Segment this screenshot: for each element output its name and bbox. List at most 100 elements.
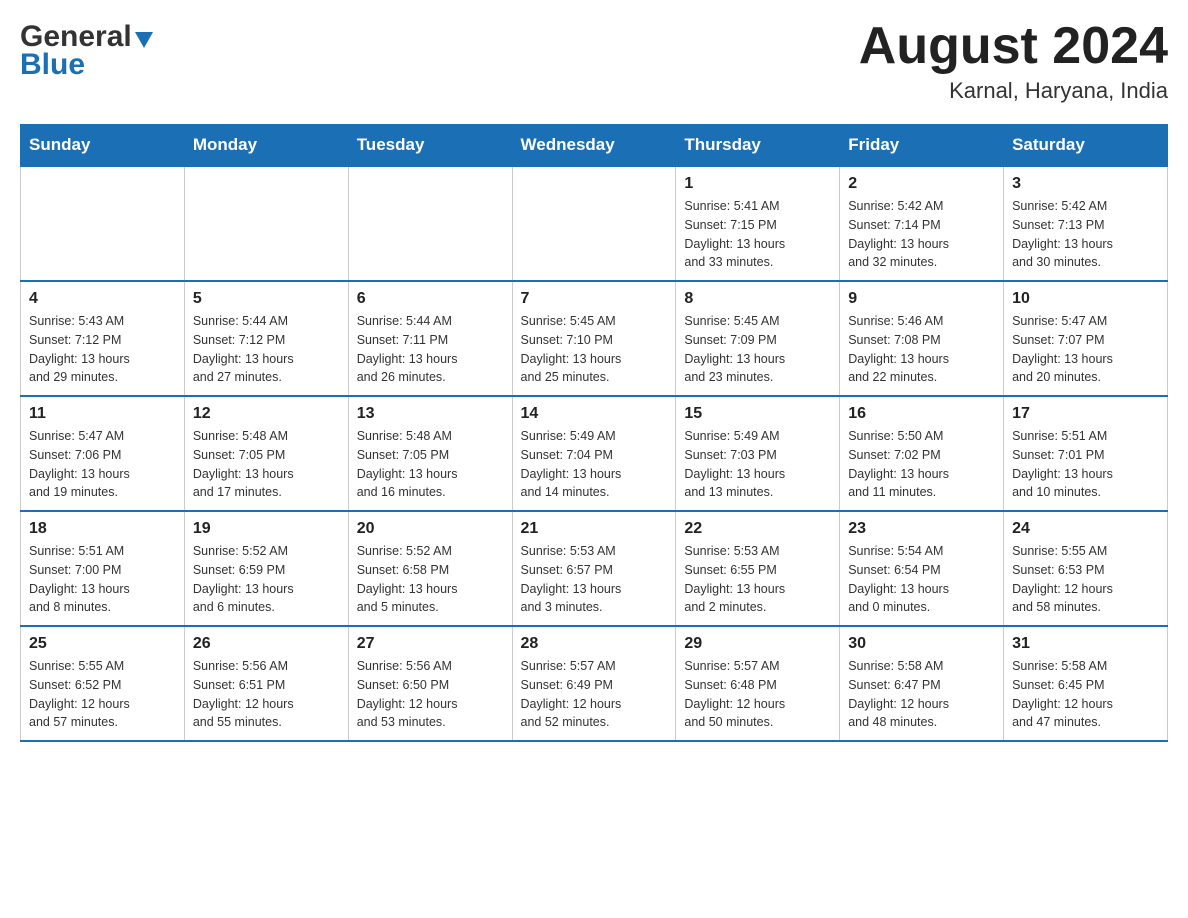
day-number: 16 (848, 405, 995, 423)
calendar-week-row: 18 Sunrise: 5:51 AM Sunset: 7:00 PM Dayli… (21, 511, 1168, 626)
weekday-header: Sunday (21, 125, 185, 167)
day-info: Sunrise: 5:55 AM Sunset: 6:53 PM Dayligh… (1012, 542, 1159, 617)
day-info: Sunrise: 5:48 AM Sunset: 7:05 PM Dayligh… (357, 427, 504, 502)
day-info: Sunrise: 5:56 AM Sunset: 6:50 PM Dayligh… (357, 657, 504, 732)
page-header: General Blue August 2024 Karnal, Haryana… (20, 20, 1168, 104)
calendar-cell: 16 Sunrise: 5:50 AM Sunset: 7:02 PM Dayli… (840, 396, 1004, 511)
calendar-cell: 7 Sunrise: 5:45 AM Sunset: 7:10 PM Daylig… (512, 281, 676, 396)
weekday-header: Saturday (1004, 125, 1168, 167)
day-info: Sunrise: 5:49 AM Sunset: 7:04 PM Dayligh… (521, 427, 668, 502)
weekday-header: Friday (840, 125, 1004, 167)
day-number: 26 (193, 635, 340, 653)
day-number: 8 (684, 290, 831, 308)
calendar-cell: 29Sunrise: 5:57 AM Sunset: 6:48 PM Dayli… (676, 626, 840, 741)
calendar-cell: 30 Sunrise: 5:58 AM Sunset: 6:47 PM Dayli… (840, 626, 1004, 741)
day-info: Sunrise: 5:55 AM Sunset: 6:52 PM Dayligh… (29, 657, 176, 732)
calendar-cell: 25 Sunrise: 5:55 AM Sunset: 6:52 PM Dayli… (21, 626, 185, 741)
day-number: 30 (848, 635, 995, 653)
day-number: 5 (193, 290, 340, 308)
day-info: Sunrise: 5:51 AM Sunset: 7:01 PM Dayligh… (1012, 427, 1159, 502)
calendar-cell: 31 Sunrise: 5:58 AM Sunset: 6:45 PM Dayli… (1004, 626, 1168, 741)
day-info: Sunrise: 5:43 AM Sunset: 7:12 PM Dayligh… (29, 312, 176, 387)
calendar-cell: 15 Sunrise: 5:49 AM Sunset: 7:03 PM Dayli… (676, 396, 840, 511)
day-number: 31 (1012, 635, 1159, 653)
day-number: 14 (521, 405, 668, 423)
calendar-cell (348, 166, 512, 281)
calendar-week-row: 11Sunrise: 5:47 AM Sunset: 7:06 PM Dayli… (21, 396, 1168, 511)
weekday-header-row: SundayMondayTuesdayWednesdayThursdayFrid… (21, 125, 1168, 167)
calendar-cell (512, 166, 676, 281)
calendar-cell: 5 Sunrise: 5:44 AM Sunset: 7:12 PM Daylig… (184, 281, 348, 396)
location-title: Karnal, Haryana, India (859, 78, 1168, 104)
weekday-header: Wednesday (512, 125, 676, 167)
calendar-cell: 9 Sunrise: 5:46 AM Sunset: 7:08 PM Daylig… (840, 281, 1004, 396)
calendar-week-row: 1Sunrise: 5:41 AM Sunset: 7:15 PM Daylig… (21, 166, 1168, 281)
day-number: 2 (848, 175, 995, 193)
day-info: Sunrise: 5:49 AM Sunset: 7:03 PM Dayligh… (684, 427, 831, 502)
calendar-cell: 12 Sunrise: 5:48 AM Sunset: 7:05 PM Dayli… (184, 396, 348, 511)
calendar-cell: 24 Sunrise: 5:55 AM Sunset: 6:53 PM Dayli… (1004, 511, 1168, 626)
calendar-cell: 6 Sunrise: 5:44 AM Sunset: 7:11 PM Daylig… (348, 281, 512, 396)
day-number: 12 (193, 405, 340, 423)
day-info: Sunrise: 5:57 AM Sunset: 6:49 PM Dayligh… (521, 657, 668, 732)
day-number: 23 (848, 520, 995, 538)
day-number: 19 (193, 520, 340, 538)
logo: General Blue (20, 20, 153, 82)
weekday-header: Tuesday (348, 125, 512, 167)
day-number: 20 (357, 520, 504, 538)
calendar-cell: 27 Sunrise: 5:56 AM Sunset: 6:50 PM Dayli… (348, 626, 512, 741)
day-info: Sunrise: 5:53 AM Sunset: 6:57 PM Dayligh… (521, 542, 668, 617)
day-info: Sunrise: 5:58 AM Sunset: 6:47 PM Dayligh… (848, 657, 995, 732)
day-number: 7 (521, 290, 668, 308)
day-number: 18 (29, 520, 176, 538)
day-info: Sunrise: 5:48 AM Sunset: 7:05 PM Dayligh… (193, 427, 340, 502)
logo-blue-text: Blue (20, 48, 85, 82)
calendar-cell: 11Sunrise: 5:47 AM Sunset: 7:06 PM Dayli… (21, 396, 185, 511)
day-info: Sunrise: 5:42 AM Sunset: 7:14 PM Dayligh… (848, 197, 995, 272)
day-number: 24 (1012, 520, 1159, 538)
day-info: Sunrise: 5:50 AM Sunset: 7:02 PM Dayligh… (848, 427, 995, 502)
day-info: Sunrise: 5:44 AM Sunset: 7:12 PM Dayligh… (193, 312, 340, 387)
day-number: 4 (29, 290, 176, 308)
day-number: 3 (1012, 175, 1159, 193)
day-number: 6 (357, 290, 504, 308)
calendar-cell: 1Sunrise: 5:41 AM Sunset: 7:15 PM Daylig… (676, 166, 840, 281)
day-info: Sunrise: 5:46 AM Sunset: 7:08 PM Dayligh… (848, 312, 995, 387)
day-number: 21 (521, 520, 668, 538)
calendar-cell: 20 Sunrise: 5:52 AM Sunset: 6:58 PM Dayli… (348, 511, 512, 626)
calendar-cell: 14 Sunrise: 5:49 AM Sunset: 7:04 PM Dayli… (512, 396, 676, 511)
calendar-cell (184, 166, 348, 281)
day-info: Sunrise: 5:42 AM Sunset: 7:13 PM Dayligh… (1012, 197, 1159, 272)
day-number: 11 (29, 405, 176, 423)
weekday-header: Thursday (676, 125, 840, 167)
calendar-cell: 3 Sunrise: 5:42 AM Sunset: 7:13 PM Daylig… (1004, 166, 1168, 281)
day-info: Sunrise: 5:41 AM Sunset: 7:15 PM Dayligh… (684, 197, 831, 272)
day-number: 13 (357, 405, 504, 423)
day-info: Sunrise: 5:52 AM Sunset: 6:59 PM Dayligh… (193, 542, 340, 617)
calendar-cell: 17Sunrise: 5:51 AM Sunset: 7:01 PM Dayli… (1004, 396, 1168, 511)
calendar-cell: 10Sunrise: 5:47 AM Sunset: 7:07 PM Dayli… (1004, 281, 1168, 396)
calendar-cell: 23Sunrise: 5:54 AM Sunset: 6:54 PM Dayli… (840, 511, 1004, 626)
day-number: 25 (29, 635, 176, 653)
calendar-cell: 28Sunrise: 5:57 AM Sunset: 6:49 PM Dayli… (512, 626, 676, 741)
calendar-week-row: 25 Sunrise: 5:55 AM Sunset: 6:52 PM Dayli… (21, 626, 1168, 741)
calendar-cell: 21 Sunrise: 5:53 AM Sunset: 6:57 PM Dayli… (512, 511, 676, 626)
calendar-cell: 26Sunrise: 5:56 AM Sunset: 6:51 PM Dayli… (184, 626, 348, 741)
month-title: August 2024 (859, 20, 1168, 72)
calendar-cell: 18 Sunrise: 5:51 AM Sunset: 7:00 PM Dayli… (21, 511, 185, 626)
day-info: Sunrise: 5:45 AM Sunset: 7:10 PM Dayligh… (521, 312, 668, 387)
day-info: Sunrise: 5:44 AM Sunset: 7:11 PM Dayligh… (357, 312, 504, 387)
calendar-cell: 13 Sunrise: 5:48 AM Sunset: 7:05 PM Dayli… (348, 396, 512, 511)
calendar-cell: 8 Sunrise: 5:45 AM Sunset: 7:09 PM Daylig… (676, 281, 840, 396)
calendar-cell (21, 166, 185, 281)
day-number: 27 (357, 635, 504, 653)
day-number: 15 (684, 405, 831, 423)
title-area: August 2024 Karnal, Haryana, India (859, 20, 1168, 104)
day-number: 10 (1012, 290, 1159, 308)
day-number: 9 (848, 290, 995, 308)
day-info: Sunrise: 5:45 AM Sunset: 7:09 PM Dayligh… (684, 312, 831, 387)
day-info: Sunrise: 5:52 AM Sunset: 6:58 PM Dayligh… (357, 542, 504, 617)
day-info: Sunrise: 5:51 AM Sunset: 7:00 PM Dayligh… (29, 542, 176, 617)
day-number: 29 (684, 635, 831, 653)
day-info: Sunrise: 5:58 AM Sunset: 6:45 PM Dayligh… (1012, 657, 1159, 732)
